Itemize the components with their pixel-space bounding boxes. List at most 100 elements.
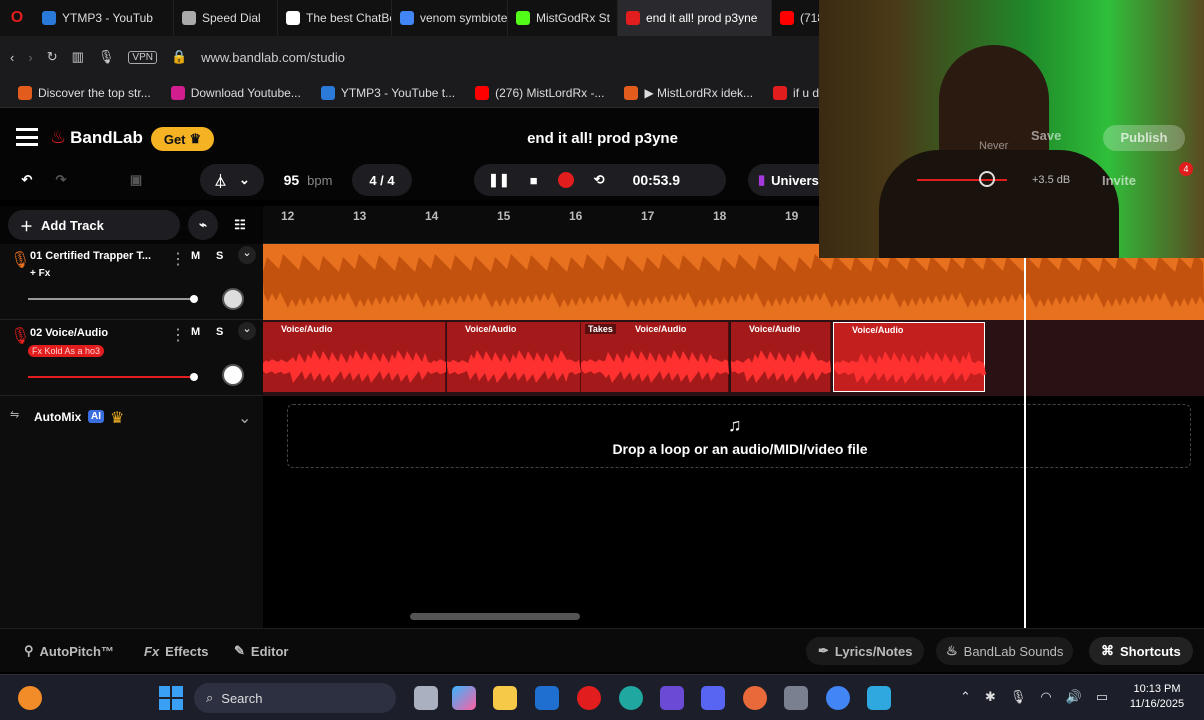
mic-icon[interactable]: 🎙 (98, 49, 115, 65)
autopitch-button[interactable]: ⚲ AutoPitch™ (24, 637, 114, 665)
scrollbar[interactable] (410, 613, 580, 620)
master-volume-slider[interactable] (917, 171, 1007, 187)
browser-tab[interactable]: YTMP3 - YouTub (34, 0, 174, 36)
audio-clip[interactable]: Voice/Audio (447, 322, 581, 392)
browser-tab[interactable]: end it all! prod p3yne (618, 0, 772, 36)
folder-icon[interactable] (493, 686, 517, 710)
save-button[interactable]: Save (1031, 128, 1061, 143)
outlook-icon[interactable] (535, 686, 559, 710)
vpn-badge[interactable]: VPN (128, 50, 157, 64)
publish-button[interactable]: Publish (1103, 125, 1185, 151)
url-text[interactable]: www.bandlab.com/studio (201, 50, 345, 65)
mute-button[interactable]: M (191, 326, 200, 338)
playhead[interactable] (1024, 240, 1026, 628)
camera-icon[interactable] (784, 686, 808, 710)
app-icon[interactable] (743, 686, 767, 710)
chevron-down-icon[interactable]: ⌄ (238, 246, 256, 264)
fx-button[interactable]: + Fx (30, 268, 50, 279)
discord-icon[interactable] (701, 686, 725, 710)
mixer-button[interactable]: ☷ (224, 210, 256, 240)
clock[interactable]: 10:13 PM 11/16/2025 (1122, 682, 1192, 712)
stop-button[interactable]: ■ (530, 173, 538, 188)
time-signature[interactable]: 4 / 4 (352, 164, 412, 196)
browser-tab[interactable]: The best ChatBot (278, 0, 392, 36)
weather-icon[interactable] (18, 686, 42, 710)
start-button[interactable] (159, 686, 183, 710)
pan-knob[interactable] (222, 364, 244, 386)
track-header-1[interactable]: 🎙 01 Certified Trapper T... ⋮ M S ⌄ + Fx (0, 244, 263, 320)
add-track-button[interactable]: ＋ Add Track (8, 210, 180, 240)
browser-tab[interactable]: venom symbiote (392, 0, 508, 36)
mic-icon[interactable]: 🎙 (1010, 689, 1027, 705)
paint-icon[interactable] (867, 686, 891, 710)
copilot-icon[interactable] (452, 686, 476, 710)
opera-taskbar-icon[interactable] (577, 686, 601, 710)
bookmark-item[interactable]: Download Youtube... (163, 85, 309, 100)
track-view-button[interactable]: ▣ (118, 164, 154, 196)
pan-knob[interactable] (222, 288, 244, 310)
pause-button[interactable]: ❚❚ (488, 172, 510, 188)
audio-clip[interactable]: Voice/Audio (833, 322, 986, 392)
forward-icon[interactable]: › (28, 50, 32, 65)
solo-button[interactable]: S (216, 250, 223, 262)
browser-tab[interactable]: Speed Dial (174, 0, 278, 36)
fx-badge[interactable]: Fx Kold As a ho3 (28, 345, 105, 357)
track-name[interactable]: 01 Certified Trapper T... (30, 250, 166, 262)
tray-icons[interactable]: ⌃ ✱ 🎙 ◠ 🔊 ▭ (960, 689, 1108, 705)
solo-button[interactable]: S (216, 326, 223, 338)
back-icon[interactable]: ‹ (10, 50, 14, 65)
browser-tab[interactable]: MistGodRx St (508, 0, 618, 36)
audio-clip[interactable]: Takes Voice/Audio (581, 322, 729, 392)
metronome-button[interactable]: ⏃ ⌄ (200, 164, 264, 196)
reload-icon[interactable]: ↻ (47, 49, 58, 65)
bookmark-item[interactable]: Discover the top str... (10, 85, 159, 100)
bookmark-item[interactable]: (276) MistLordRx -... (467, 85, 612, 100)
master-volume-handle[interactable] (979, 171, 995, 187)
search-box[interactable]: ⌕ Search (194, 683, 396, 713)
chevron-down-icon[interactable]: ⌄ (238, 322, 256, 340)
loop-button[interactable]: ⟲ (594, 172, 605, 188)
drop-zone[interactable]: ♫ Drop a loop or an audio/MIDI/video fil… (287, 404, 1191, 468)
track-header-2[interactable]: 🎙 02 Voice/Audio ⋮ M S ⌄ Fx Kold As a ho… (0, 320, 263, 396)
audio-clip[interactable]: Voice/Audio (263, 322, 446, 392)
clipchamp-icon[interactable] (660, 686, 684, 710)
undo-button[interactable]: ↶ (10, 164, 44, 196)
volume-slider[interactable] (28, 373, 198, 381)
edge-icon[interactable] (619, 686, 643, 710)
record-button[interactable] (557, 172, 574, 188)
track-menu-icon[interactable]: ⋮ (170, 249, 186, 269)
link-button[interactable]: ⌁ (188, 210, 218, 240)
wifi-icon[interactable]: ◠ (1040, 689, 1051, 705)
track-lane-2[interactable]: Voice/Audio Voice/Audio Takes Voice/Audio Vo… (263, 320, 1204, 396)
track-name[interactable]: 02 Voice/Audio (30, 327, 108, 339)
automix-row[interactable]: ⇋ AutoMix AI ♛ ⌄ (0, 396, 263, 436)
lyrics-button[interactable]: ✒ Lyrics/Notes (806, 637, 925, 665)
audio-clip[interactable]: Voice/Audio (731, 322, 831, 392)
volume-handle[interactable] (190, 373, 198, 381)
tempo-control[interactable]: 95 bpm (268, 164, 348, 196)
chevron-up-icon[interactable]: ⌃ (960, 689, 971, 705)
bluetooth-icon[interactable]: ✱ (985, 689, 996, 705)
chevron-down-icon[interactable]: ⌄ (238, 408, 251, 428)
volume-icon[interactable]: 🔊 (1066, 689, 1082, 705)
battery-icon[interactable]: ▭ (1096, 689, 1108, 705)
bookmark-item[interactable]: ▶ MistLordRx idek... (616, 85, 761, 100)
reader-icon[interactable]: ▥ (72, 49, 84, 65)
redo-button[interactable]: ↷ (44, 164, 78, 196)
file-explorer-icon[interactable] (414, 686, 438, 710)
volume-handle[interactable] (190, 295, 198, 303)
sounds-button[interactable]: ♨ BandLab Sounds (936, 637, 1074, 665)
chrome-icon[interactable] (826, 686, 850, 710)
opera-icon[interactable]: O (0, 0, 34, 36)
project-title[interactable]: end it all! prod p3yne (480, 130, 725, 147)
invite-button[interactable]: Invite (1102, 173, 1136, 188)
volume-slider[interactable] (28, 295, 198, 303)
get-button[interactable]: Get ♛ (151, 127, 214, 151)
bandlab-logo[interactable]: BandLab (70, 128, 143, 148)
mute-button[interactable]: M (191, 250, 200, 262)
track-menu-icon[interactable]: ⋮ (170, 325, 186, 345)
editor-button[interactable]: ✎ Editor (234, 637, 288, 665)
shortcuts-button[interactable]: ⌘ Shortcuts (1089, 637, 1193, 665)
effects-button[interactable]: Fx Effects (144, 637, 209, 665)
menu-icon[interactable] (16, 128, 38, 146)
